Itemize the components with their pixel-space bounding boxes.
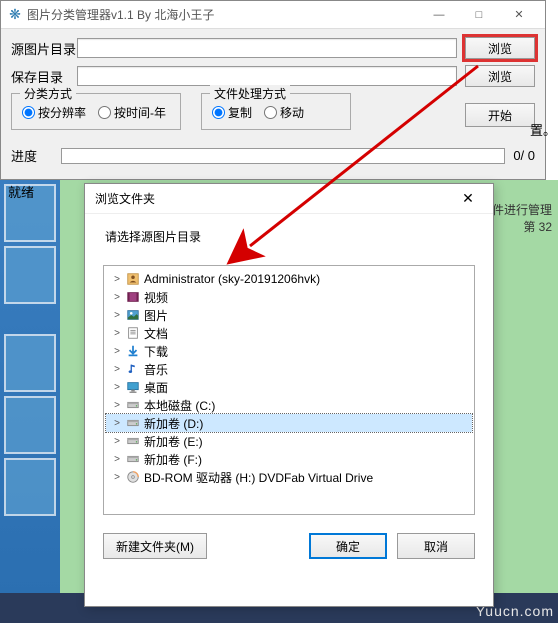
tree-item-label: 音乐 xyxy=(144,361,168,378)
expand-icon[interactable]: > xyxy=(110,436,124,447)
doc-icon xyxy=(124,326,142,340)
expand-icon[interactable]: > xyxy=(110,364,124,375)
expand-icon[interactable]: > xyxy=(110,382,124,393)
tree-item-label: BD-ROM 驱动器 (H:) DVDFab Virtual Drive xyxy=(144,469,373,486)
close-button[interactable]: ✕ xyxy=(499,1,539,29)
titlebar: ❋ 图片分类管理器v1.1 By 北海小王子 — □ ✕ xyxy=(1,1,545,29)
radio-move[interactable]: 移动 xyxy=(264,104,304,121)
save-dir-label: 保存目录 xyxy=(11,67,77,86)
tree-item-0[interactable]: > Administrator (sky-20191206hvk) xyxy=(106,270,472,288)
tree-item-8[interactable]: > 新加卷 (D:) xyxy=(106,414,472,432)
cd-icon xyxy=(124,470,142,484)
browse-save-button[interactable]: 浏览 xyxy=(465,65,535,87)
dialog-title: 浏览文件夹 xyxy=(95,190,453,207)
progress-label: 进度 xyxy=(11,146,61,165)
side-clip-text: 置。 xyxy=(528,120,558,139)
tree-item-10[interactable]: > 新加卷 (F:) xyxy=(106,450,472,468)
tree-item-label: 新加卷 (F:) xyxy=(144,451,202,468)
ok-button[interactable]: 确定 xyxy=(309,533,387,559)
radio-by-resolution[interactable]: 按分辨率 xyxy=(22,104,86,121)
expand-icon[interactable]: > xyxy=(110,418,124,429)
tree-item-label: 下载 xyxy=(144,343,168,360)
start-button[interactable]: 开始 xyxy=(465,103,535,127)
tree-item-4[interactable]: > 下载 xyxy=(106,342,472,360)
progress-bar xyxy=(61,148,505,164)
expand-icon[interactable]: > xyxy=(110,292,124,303)
radio-copy[interactable]: 复制 xyxy=(212,104,252,121)
window-title: 图片分类管理器v1.1 By 北海小王子 xyxy=(27,6,419,23)
dialog-subtitle: 请选择源图片目录 xyxy=(85,214,493,259)
classify-legend: 分类方式 xyxy=(20,85,76,102)
browse-source-button[interactable]: 浏览 xyxy=(465,37,535,59)
disk-icon xyxy=(124,452,142,466)
image-icon xyxy=(124,308,142,322)
disk-icon xyxy=(124,434,142,448)
tree-item-label: 新加卷 (D:) xyxy=(144,415,203,432)
tree-item-6[interactable]: > 桌面 xyxy=(106,378,472,396)
disk-icon xyxy=(124,416,142,430)
browse-folder-dialog: 浏览文件夹 ✕ 请选择源图片目录 > Administrator (sky-201… xyxy=(84,183,494,607)
tree-item-2[interactable]: > 图片 xyxy=(106,306,472,324)
dialog-close-button[interactable]: ✕ xyxy=(453,184,483,214)
status-text: 就绪 xyxy=(0,180,42,203)
tree-item-label: 新加卷 (E:) xyxy=(144,433,203,450)
radio-by-time[interactable]: 按时间-年 xyxy=(98,104,166,121)
tree-item-3[interactable]: > 文档 xyxy=(106,324,472,342)
expand-icon[interactable]: > xyxy=(110,310,124,321)
desktop-icon xyxy=(124,380,142,394)
app-icon: ❋ xyxy=(7,7,23,23)
expand-icon[interactable]: > xyxy=(110,346,124,357)
download-icon xyxy=(124,344,142,358)
tree-item-label: 本地磁盘 (C:) xyxy=(144,397,215,414)
tree-item-7[interactable]: > 本地磁盘 (C:) xyxy=(106,396,472,414)
tree-item-9[interactable]: > 新加卷 (E:) xyxy=(106,432,472,450)
progress-count: 0/ 0 xyxy=(513,148,535,163)
disk-icon xyxy=(124,398,142,412)
tree-item-label: 文档 xyxy=(144,325,168,342)
tree-item-5[interactable]: > 音乐 xyxy=(106,360,472,378)
process-legend: 文件处理方式 xyxy=(210,85,290,102)
cancel-button[interactable]: 取消 xyxy=(397,533,475,559)
video-icon xyxy=(124,290,142,304)
save-dir-input[interactable] xyxy=(77,66,457,86)
tree-item-11[interactable]: > BD-ROM 驱动器 (H:) DVDFab Virtual Drive xyxy=(106,468,472,486)
tree-item-label: 图片 xyxy=(144,307,168,324)
user-icon xyxy=(124,272,142,286)
tree-item-label: 桌面 xyxy=(144,379,168,396)
minimize-button[interactable]: — xyxy=(419,1,459,29)
folder-tree[interactable]: > Administrator (sky-20191206hvk) > 视频 > 图片 > 文… xyxy=(103,265,475,515)
tree-item-1[interactable]: > 视频 xyxy=(106,288,472,306)
new-folder-button[interactable]: 新建文件夹(M) xyxy=(103,533,207,559)
music-icon xyxy=(124,362,142,376)
source-dir-label: 源图片目录 xyxy=(11,39,77,58)
tree-item-label: Administrator (sky-20191206hvk) xyxy=(144,272,320,286)
source-dir-input[interactable] xyxy=(77,38,457,58)
expand-icon[interactable]: > xyxy=(110,472,124,483)
main-window: ❋ 图片分类管理器v1.1 By 北海小王子 — □ ✕ 源图片目录 浏览 保存… xyxy=(0,0,546,180)
expand-icon[interactable]: > xyxy=(110,274,124,285)
maximize-button[interactable]: □ xyxy=(459,1,499,29)
expand-icon[interactable]: > xyxy=(110,400,124,411)
expand-icon[interactable]: > xyxy=(110,454,124,465)
tree-item-label: 视频 xyxy=(144,289,168,306)
expand-icon[interactable]: > xyxy=(110,328,124,339)
